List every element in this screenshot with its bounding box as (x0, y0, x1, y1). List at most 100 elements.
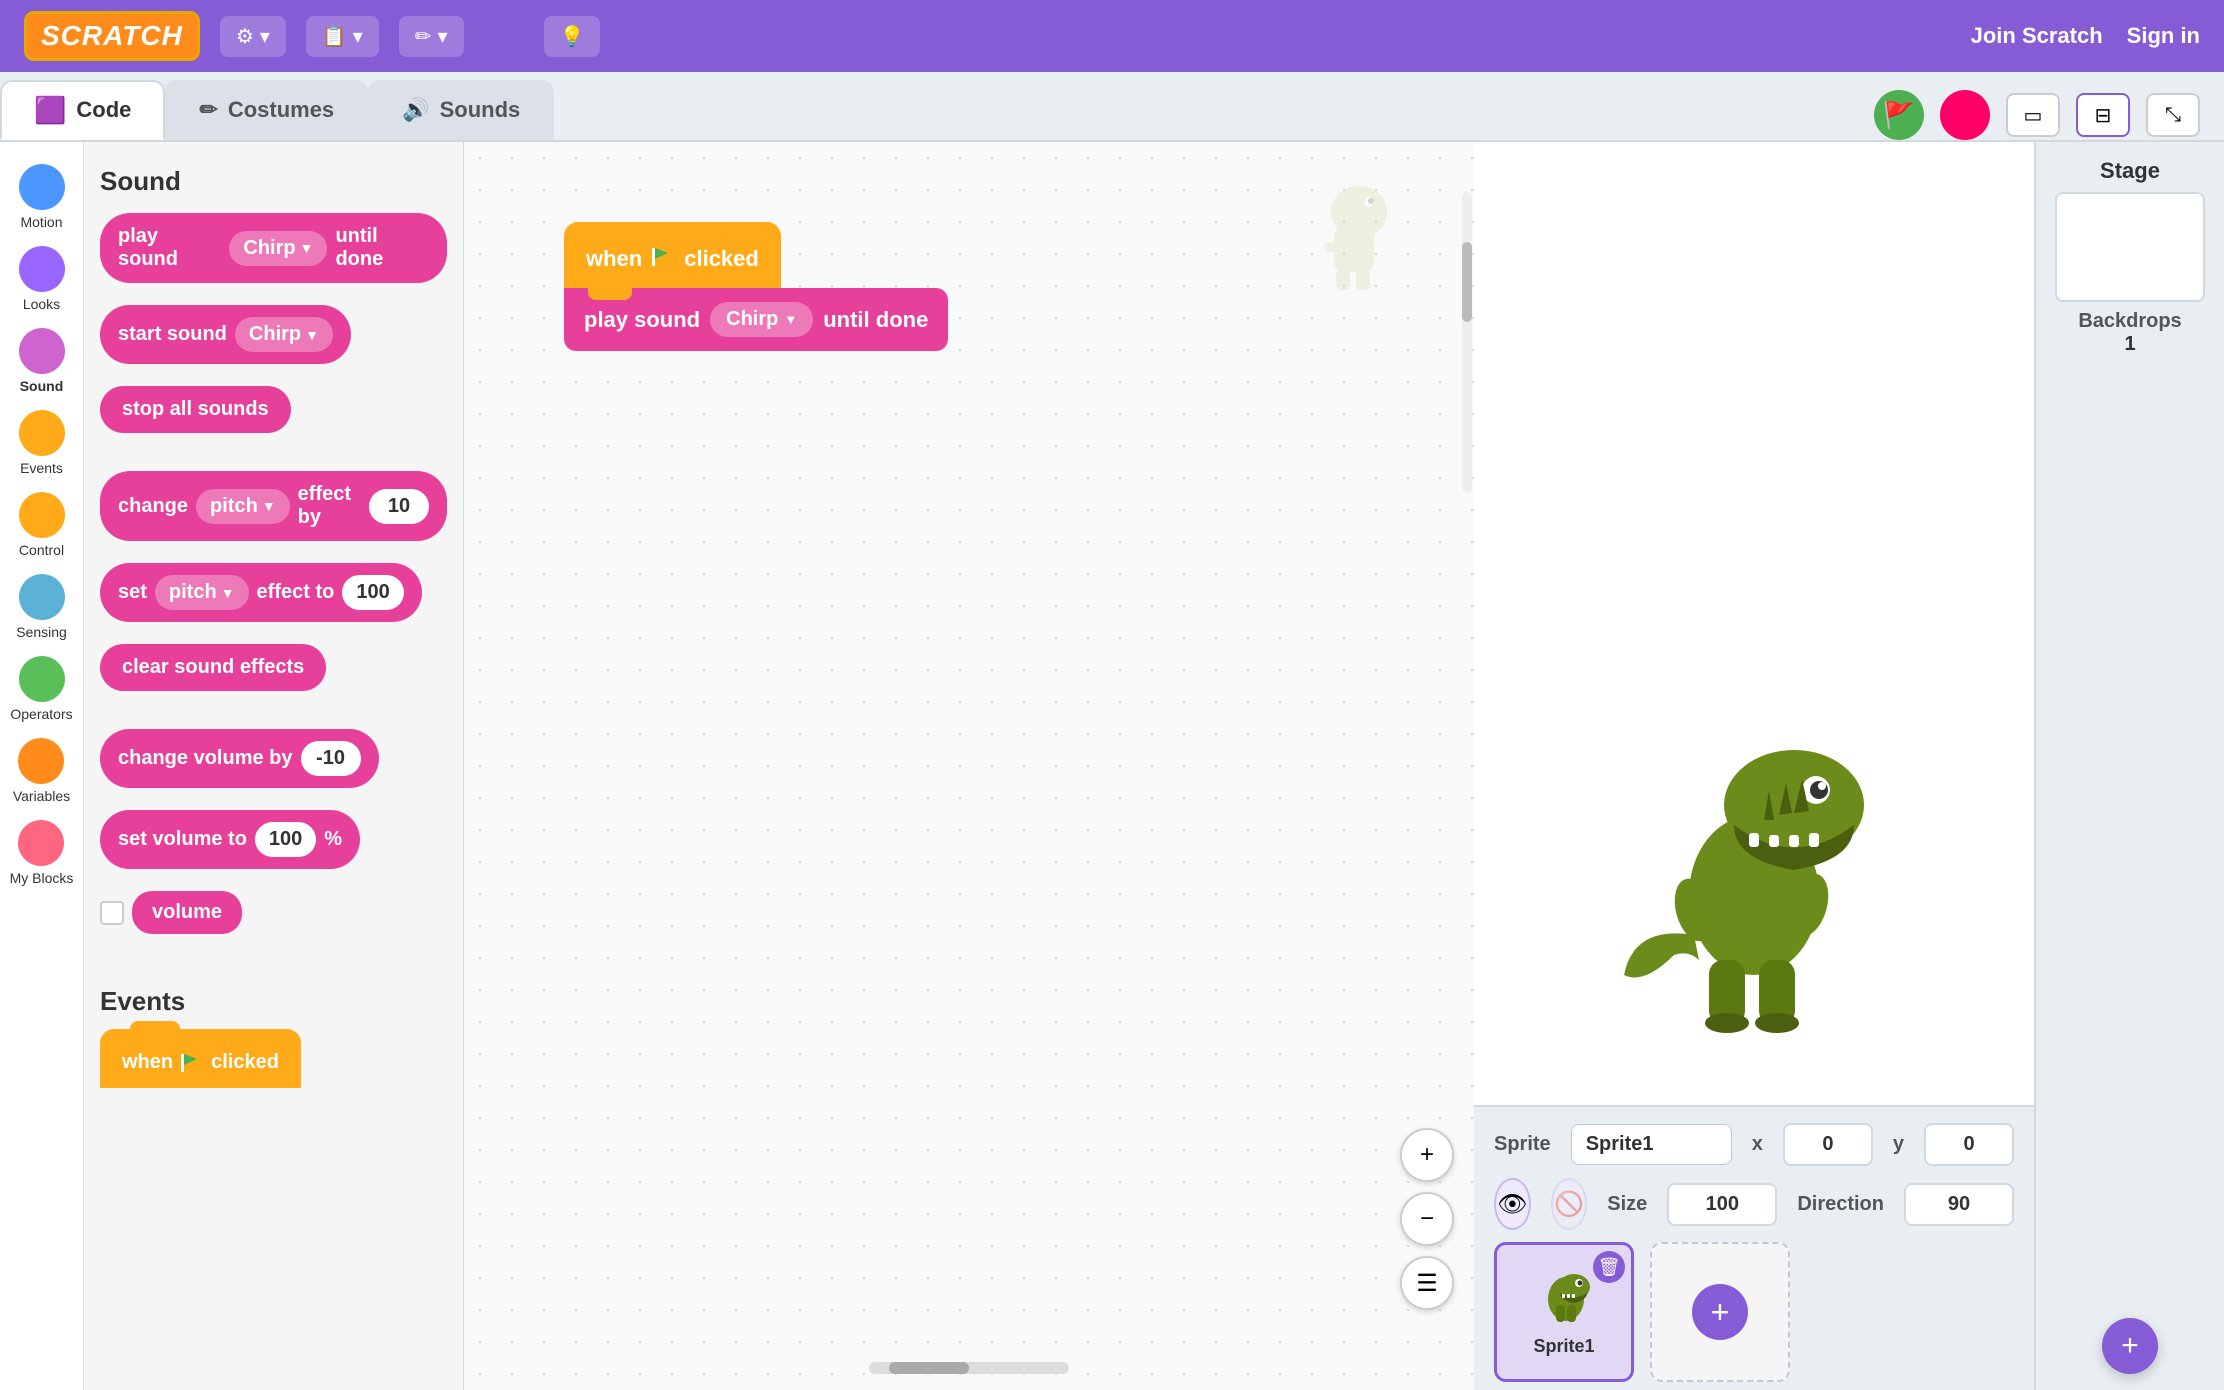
script-scrollbar-thumb[interactable] (1462, 242, 1472, 322)
operators-dot (19, 656, 65, 702)
fullscreen-button[interactable]: ⤡ (2146, 93, 2200, 137)
hat-flag-icon (652, 246, 674, 272)
block-categories: Motion Looks Sound Events Control Sensin… (0, 142, 84, 1390)
category-myblocks[interactable]: My Blocks (4, 814, 80, 892)
when-flag-hat-block[interactable]: when clicked (564, 222, 781, 288)
canvas-dino-ghost (1304, 182, 1394, 311)
change-volume-block[interactable]: change volume by -10 (100, 729, 447, 798)
top-nav: SCRATCH ⚙▾ 📋▾ ✏▾ 💡 Join Scratch Sign in (0, 0, 2224, 72)
sprite-name-input[interactable] (1571, 1124, 1732, 1165)
scratch-logo[interactable]: SCRATCH (24, 11, 200, 61)
edit-button[interactable]: ✏▾ (399, 16, 464, 57)
settings-icon: ⚙ (236, 24, 254, 49)
sprite-direction-input[interactable] (1904, 1183, 2014, 1226)
sprite-y-input[interactable] (1924, 1123, 2014, 1166)
volume-reporter[interactable]: volume (132, 891, 242, 934)
view-normal-button[interactable]: ▭ (2006, 93, 2060, 137)
clear-sound-effects-block[interactable]: clear sound effects (100, 644, 447, 701)
file-button[interactable]: 📋▾ (306, 16, 379, 57)
script-controls: + − ☰ (1400, 1128, 1454, 1310)
edit-icon: ✏ (415, 24, 432, 49)
tutorial-button[interactable]: 💡 (544, 16, 601, 57)
sensing-dot (19, 574, 65, 620)
add-sprite-button[interactable]: + (1692, 1284, 1748, 1340)
sounds-icon: 🔊 (402, 97, 429, 123)
sprite-info-row2: 👁 🚫 Size Direction (1494, 1178, 2014, 1230)
settings-button[interactable]: ⚙▾ (220, 16, 286, 57)
tab-sounds[interactable]: 🔊 Sounds (368, 80, 554, 140)
stop-button[interactable] (1940, 90, 1990, 140)
volume-reporter-row[interactable]: volume (100, 891, 447, 934)
script-horizontal-scrollbar[interactable] (869, 1362, 1069, 1374)
script-vertical-scrollbar[interactable] (1462, 192, 1472, 492)
show-sprite-button[interactable]: 👁 (1494, 1178, 1531, 1230)
category-sound[interactable]: Sound (13, 322, 71, 400)
file-icon: 📋 (322, 24, 347, 49)
add-sprite-area[interactable]: + (1650, 1242, 1790, 1382)
fullscreen-icon: ⤡ (2165, 104, 2181, 127)
variables-dot (18, 738, 64, 784)
stage-thumbnail[interactable] (2055, 192, 2205, 302)
pitch-dropdown-1[interactable]: pitch (196, 489, 290, 524)
stage-canvas (1474, 142, 2034, 1107)
category-control[interactable]: Control (13, 486, 71, 564)
motion-dot (19, 164, 65, 210)
add-backdrop-button[interactable]: + (2102, 1318, 2158, 1374)
set-pitch-block[interactable]: set pitch effect to 100 (100, 563, 447, 632)
hide-sprite-button[interactable]: 🚫 (1551, 1178, 1588, 1230)
green-flag-button[interactable]: 🚩 (1874, 90, 1924, 140)
category-sensing[interactable]: Sensing (10, 568, 73, 646)
volume-checkbox[interactable] (100, 901, 124, 925)
zoom-in-button[interactable]: + (1400, 1128, 1454, 1182)
control-dot (19, 492, 65, 538)
stop-all-sounds-block[interactable]: stop all sounds (100, 386, 447, 443)
change-pitch-block[interactable]: change pitch effect by 10 (100, 471, 447, 551)
right-panel: Sprite x y 👁 🚫 Size Direction 🗑 (1474, 142, 2034, 1390)
sprite-size-input[interactable] (1667, 1183, 1777, 1226)
sprite-thumbnail (1534, 1267, 1594, 1332)
chirp-dropdown-2[interactable]: Chirp (235, 317, 333, 352)
script-h-scrollbar-thumb[interactable] (889, 1362, 969, 1374)
category-operators[interactable]: Operators (4, 650, 78, 728)
script-area[interactable]: when clicked play sound Chirp ▼ (464, 142, 1474, 1390)
start-sound-block[interactable]: start sound Chirp (100, 305, 447, 374)
chevron-down-icon: ▼ (784, 312, 797, 327)
category-events[interactable]: Events (13, 404, 71, 482)
category-motion[interactable]: Motion (13, 158, 71, 236)
sprite-info-row1: Sprite x y (1494, 1123, 2014, 1166)
stage-right-panel: Stage Backdrops 1 + (2034, 142, 2224, 1390)
play-sound-block[interactable]: play sound Chirp until done (100, 213, 447, 293)
set-volume-block[interactable]: set volume to 100 % (100, 810, 447, 879)
pitch-dropdown-2[interactable]: pitch (155, 575, 249, 610)
nav-right: Join Scratch Sign in (1971, 23, 2200, 49)
code-icon: 🟪 (34, 95, 66, 126)
view-split-button[interactable]: ⊟ (2076, 93, 2130, 137)
header-controls: 🚩 ▭ ⊟ ⤡ (1874, 90, 2224, 140)
view-split-icon: ⊟ (2095, 103, 2112, 128)
tab-code[interactable]: 🟪 Code (0, 80, 165, 140)
events-dot (19, 410, 65, 456)
category-looks[interactable]: Looks (13, 240, 71, 318)
sound-dot (19, 328, 65, 374)
sprite-cards-row: 🗑 Sprite1 (1494, 1242, 2014, 1382)
sprite-delete-button[interactable]: 🗑 (1593, 1251, 1625, 1283)
blocks-panel: Sound play sound Chirp until done start … (84, 142, 464, 1390)
sprite-x-input[interactable] (1783, 1123, 1873, 1166)
sign-in-link[interactable]: Sign in (2127, 23, 2200, 49)
zoom-out-button[interactable]: − (1400, 1192, 1454, 1246)
tab-costumes[interactable]: ✏ Costumes (165, 80, 368, 140)
canvas-chirp-dropdown[interactable]: Chirp ▼ (710, 302, 813, 337)
when-flag-clicked-block[interactable]: when clicked (100, 1029, 447, 1098)
lightbulb-icon: 💡 (560, 24, 585, 49)
category-variables[interactable]: Variables (7, 732, 76, 810)
sprite-info-panel: Sprite x y 👁 🚫 Size Direction 🗑 (1474, 1107, 2034, 1390)
events-section-title: Events (100, 986, 447, 1017)
canvas-script-group: when clicked play sound Chirp ▼ (564, 222, 948, 351)
flag-icon: 🚩 (1883, 100, 1915, 131)
flag-symbol (181, 1054, 203, 1072)
sprite-card-sprite1[interactable]: 🗑 Sprite1 (1494, 1242, 1634, 1382)
join-scratch-link[interactable]: Join Scratch (1971, 23, 2103, 49)
chirp-dropdown-1[interactable]: Chirp (229, 231, 327, 266)
stage-dino-sprite (1594, 695, 1914, 1075)
fit-screen-button[interactable]: ☰ (1400, 1256, 1454, 1310)
